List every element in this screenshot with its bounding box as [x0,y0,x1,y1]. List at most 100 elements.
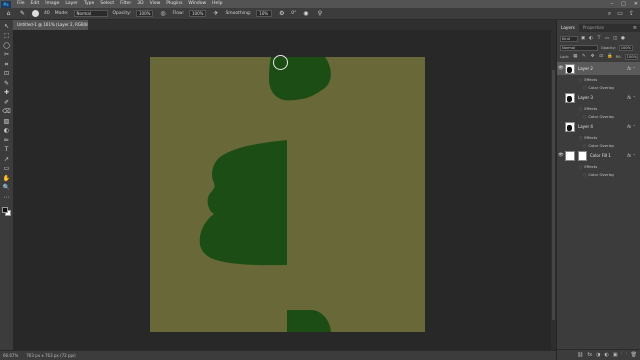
menu-layer[interactable]: Layer [62,0,81,8]
eye-icon[interactable]: ◌ [579,77,582,82]
marquee-tool-icon[interactable]: ⬚ [2,32,11,42]
eye-icon[interactable]: ◌ [579,106,582,111]
workspace-icon[interactable]: ▭ [617,10,623,18]
healing-brush-tool-icon[interactable]: ✚ [2,89,11,99]
menu-window[interactable]: Window [185,0,209,8]
maximize-icon[interactable]: □ [621,0,626,8]
angle-field[interactable]: 0° [291,11,296,16]
brush-tool-icon[interactable]: ✎ [18,9,27,18]
eraser-tool-icon[interactable]: ⌫ [2,108,11,118]
tab-layers[interactable]: Layers [557,24,579,32]
foreground-color-swatch[interactable] [2,206,8,213]
add-mask-icon[interactable]: ◑ [596,352,600,358]
pen-tool-icon[interactable]: ✏ [2,136,11,146]
eye-icon[interactable]: ◌ [583,172,586,177]
filter-kind-select[interactable]: Kind [560,35,578,42]
filter-type-icon[interactable]: T [596,36,602,42]
minimize-icon[interactable]: – [611,0,614,8]
frame-tool-icon[interactable]: ⊡ [2,70,11,80]
filter-adjustment-icon[interactable]: ◐ [588,36,594,42]
lock-pixels-icon[interactable]: ▦ [572,54,578,60]
layer-row[interactable]: 👁 Color Fill 1 fx ⌃ [557,149,640,162]
object-selection-tool-icon[interactable]: ✂ [2,51,11,61]
menu-view[interactable]: View [147,0,164,8]
lock-all-icon[interactable]: 🔒 [607,54,613,60]
filter-toggle-icon[interactable]: ● [620,36,626,42]
menu-select[interactable]: Select [97,0,117,8]
eyedropper-tool-icon[interactable]: ✎ [2,79,11,89]
zoom-tool-icon[interactable]: 🔍 [2,184,11,194]
lasso-tool-icon[interactable]: ◯ [2,41,11,51]
path-selection-tool-icon[interactable]: ↗ [2,155,11,165]
eye-icon[interactable]: ◌ [579,164,582,169]
fx-icon[interactable]: fx [627,91,631,104]
menu-filter[interactable]: Filter [117,0,134,8]
smoothing-field[interactable]: 10% [256,10,273,17]
airbrush-icon[interactable]: ✈ [211,9,220,18]
effect-item[interactable]: ◌ Color Overlay [557,83,640,91]
filter-shape-icon[interactable]: ▭ [604,36,610,42]
layer-row[interactable]: 👁 Layer 2 fx ⌃ [557,62,640,75]
menu-type[interactable]: Type [81,0,97,8]
effects-row[interactable]: ◌ Effects [557,104,640,112]
zoom-level[interactable]: 66.67% [3,353,18,358]
brush-size-value[interactable]: 40 [44,11,50,16]
eye-icon[interactable]: ◌ [583,114,586,119]
scrollbar-thumb[interactable] [552,70,555,320]
effects-row[interactable]: ◌ Effects [557,133,640,141]
fx-icon[interactable]: fx [627,120,631,133]
layer-row[interactable]: Layer 3 fx ⌃ [557,91,640,104]
eye-icon[interactable]: 👁 [557,62,565,75]
close-icon[interactable]: ✕ [634,0,638,8]
share-icon[interactable]: ⇪ [629,10,634,18]
lock-position-icon[interactable]: ✥ [590,54,596,60]
fx-icon[interactable]: fx [627,149,631,162]
chevron-up-icon[interactable]: ⌃ [633,120,636,133]
menu-3d[interactable]: 3D [134,0,146,8]
effect-item[interactable]: ◌ Color Overlay [557,112,640,120]
filter-smart-object-icon[interactable]: ◫ [612,36,618,42]
crop-tool-icon[interactable]: ⌗ [2,60,11,70]
effects-row[interactable]: ◌ Effects [557,162,640,170]
trash-icon[interactable]: 🗑 [631,352,637,358]
flow-field[interactable]: 100% [189,10,207,17]
panel-menu-icon[interactable]: ≡ [633,24,637,32]
chevron-up-icon[interactable]: ⌃ [633,62,636,75]
brush-tool-icon[interactable]: ✐ [2,98,11,108]
mode-select[interactable]: Normal [73,10,108,17]
fx-icon[interactable]: fx [627,62,631,75]
filter-pixel-icon[interactable]: ▣ [580,36,586,42]
app-logo-icon[interactable]: Ps [1,0,11,8]
add-style-icon[interactable]: fx [587,352,592,358]
tab-properties[interactable]: Properties [579,24,608,32]
blend-mode-select[interactable]: Normal [560,44,598,51]
pressure-size-icon[interactable]: ◉ [301,9,310,18]
link-layers-icon[interactable]: ⛓ [577,352,583,358]
brush-preset-picker[interactable] [32,10,39,17]
layer-name[interactable]: Layer 4 [578,124,593,129]
layer-row[interactable]: Layer 4 fx ⌃ [557,120,640,133]
gear-icon[interactable]: ⚙ [277,9,286,18]
type-tool-icon[interactable]: T [2,146,11,156]
effect-item[interactable]: ◌ Color Overlay [557,170,640,178]
eye-icon[interactable]: ◌ [583,143,586,148]
effects-row[interactable]: ◌ Effects [557,75,640,83]
chevron-up-icon[interactable]: ⌃ [633,91,636,104]
adjustment-layer-icon[interactable]: ◐ [605,352,609,358]
menu-image[interactable]: Image [42,0,62,8]
new-group-icon[interactable]: ▣ [613,352,618,358]
document-canvas[interactable] [150,57,425,332]
move-tool-icon[interactable]: ↖ [2,22,11,32]
layer-name[interactable]: Color Fill 1 [590,153,611,158]
chevron-up-icon[interactable]: ⌃ [633,149,636,162]
document-info[interactable]: 763 px x 763 px (72 ppi) [26,353,75,358]
layer-name[interactable]: Layer 2 [578,66,593,71]
document-tab[interactable]: Untitled-1 @ 161% (Layer 2, RGB/8#) * [13,20,88,30]
eye-icon[interactable]: ◌ [583,85,586,90]
menu-file[interactable]: File [14,0,28,8]
new-layer-icon[interactable]: 🗀 [622,351,627,359]
dodge-tool-icon[interactable]: ◐ [2,127,11,137]
lock-paint-icon[interactable]: ✎ [581,54,587,60]
effect-item[interactable]: ◌ Color Overlay [557,141,640,149]
rectangle-tool-icon[interactable]: ▭ [2,165,11,175]
